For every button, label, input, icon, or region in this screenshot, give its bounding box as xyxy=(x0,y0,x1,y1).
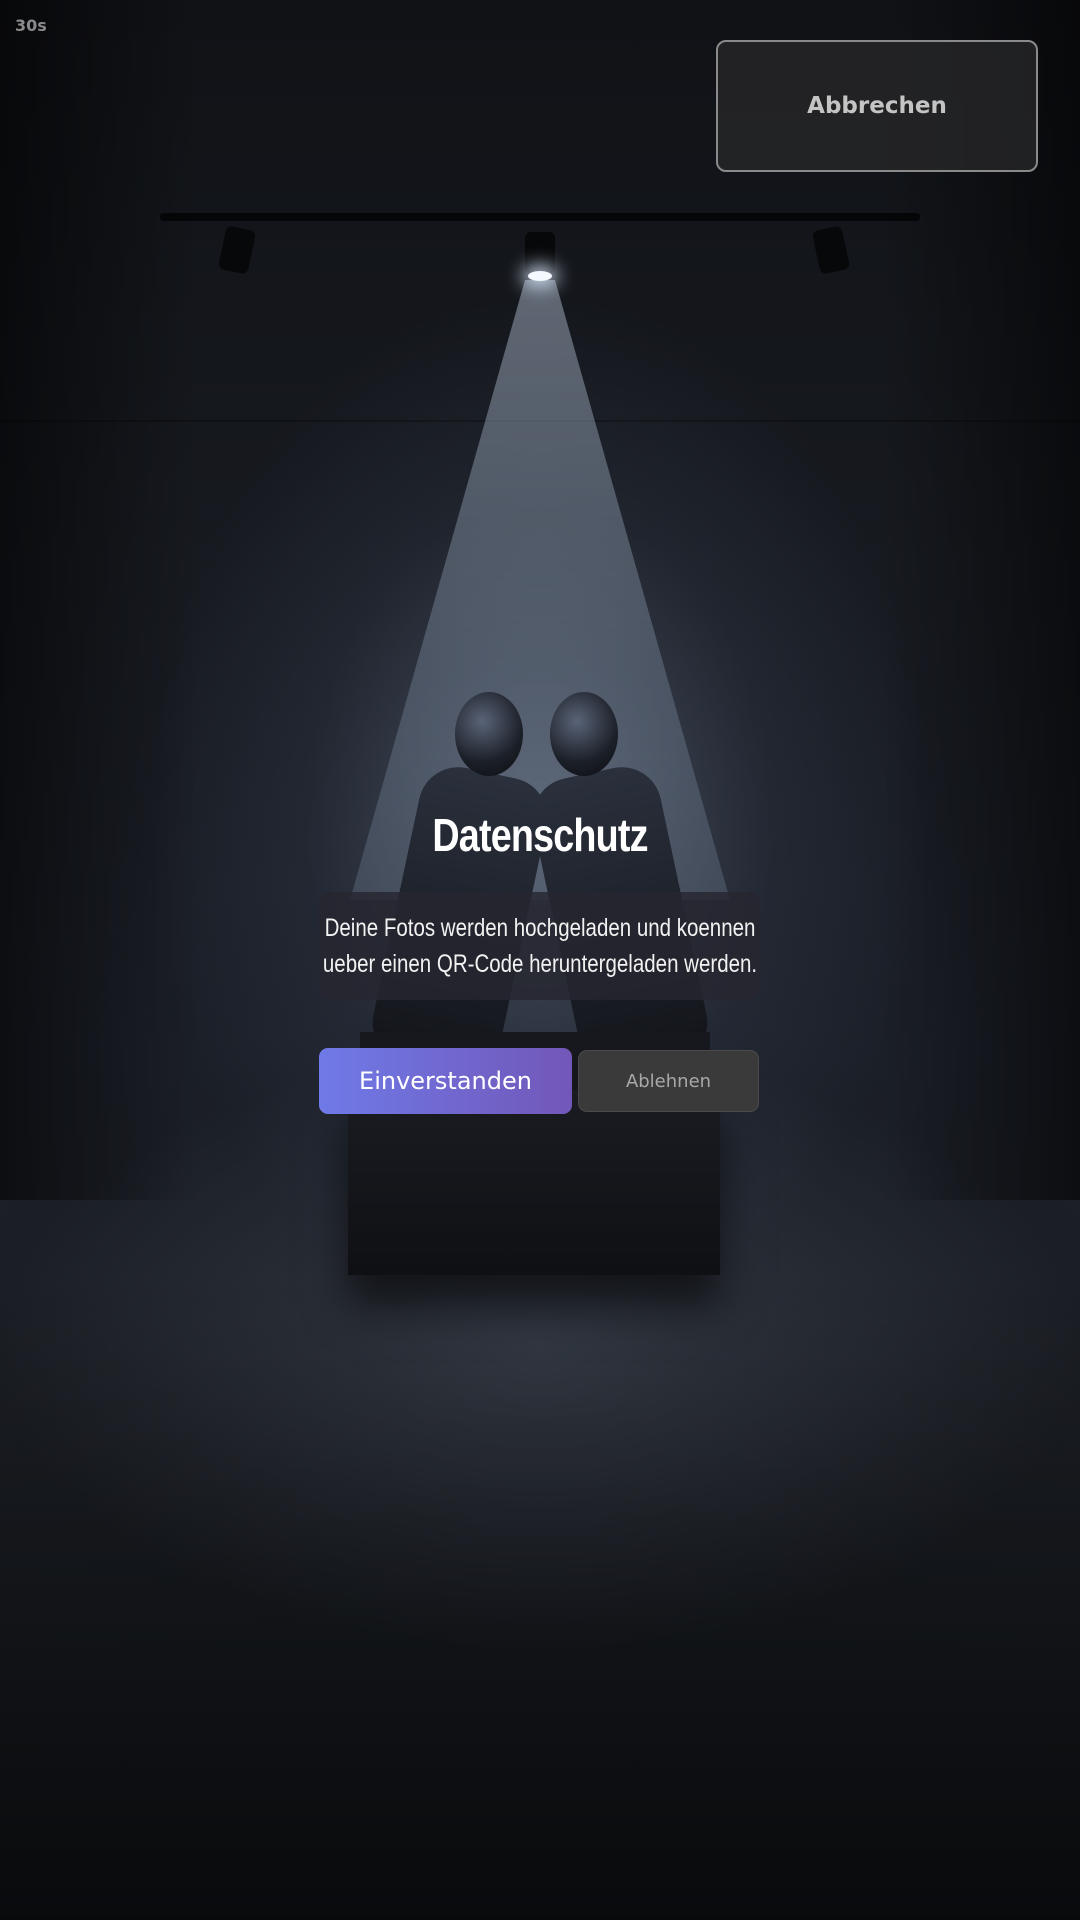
cancel-button-label: Abbrechen xyxy=(807,93,947,119)
agree-button-label: Einverstanden xyxy=(359,1067,532,1095)
privacy-consent-screen: 30s Abbrechen Datenschutz Deine Fotos we… xyxy=(0,0,1080,1920)
decline-button-label: Ablehnen xyxy=(625,1070,712,1092)
countdown-timer: 30s xyxy=(15,16,47,35)
sculpture-head-right xyxy=(550,692,618,776)
cancel-button[interactable]: Abbrechen xyxy=(716,40,1038,172)
sculpture-head-left xyxy=(455,692,523,776)
dialog-message: Deine Fotos werden hochgeladen und koenn… xyxy=(322,914,757,978)
agree-button[interactable]: Einverstanden xyxy=(319,1048,572,1114)
pedestal xyxy=(348,1090,720,1275)
dialog-message-box: Deine Fotos werden hochgeladen und koenn… xyxy=(319,892,760,1000)
decline-button[interactable]: Ablehnen xyxy=(578,1050,759,1112)
dialog-title: Datenschutz xyxy=(432,809,648,861)
